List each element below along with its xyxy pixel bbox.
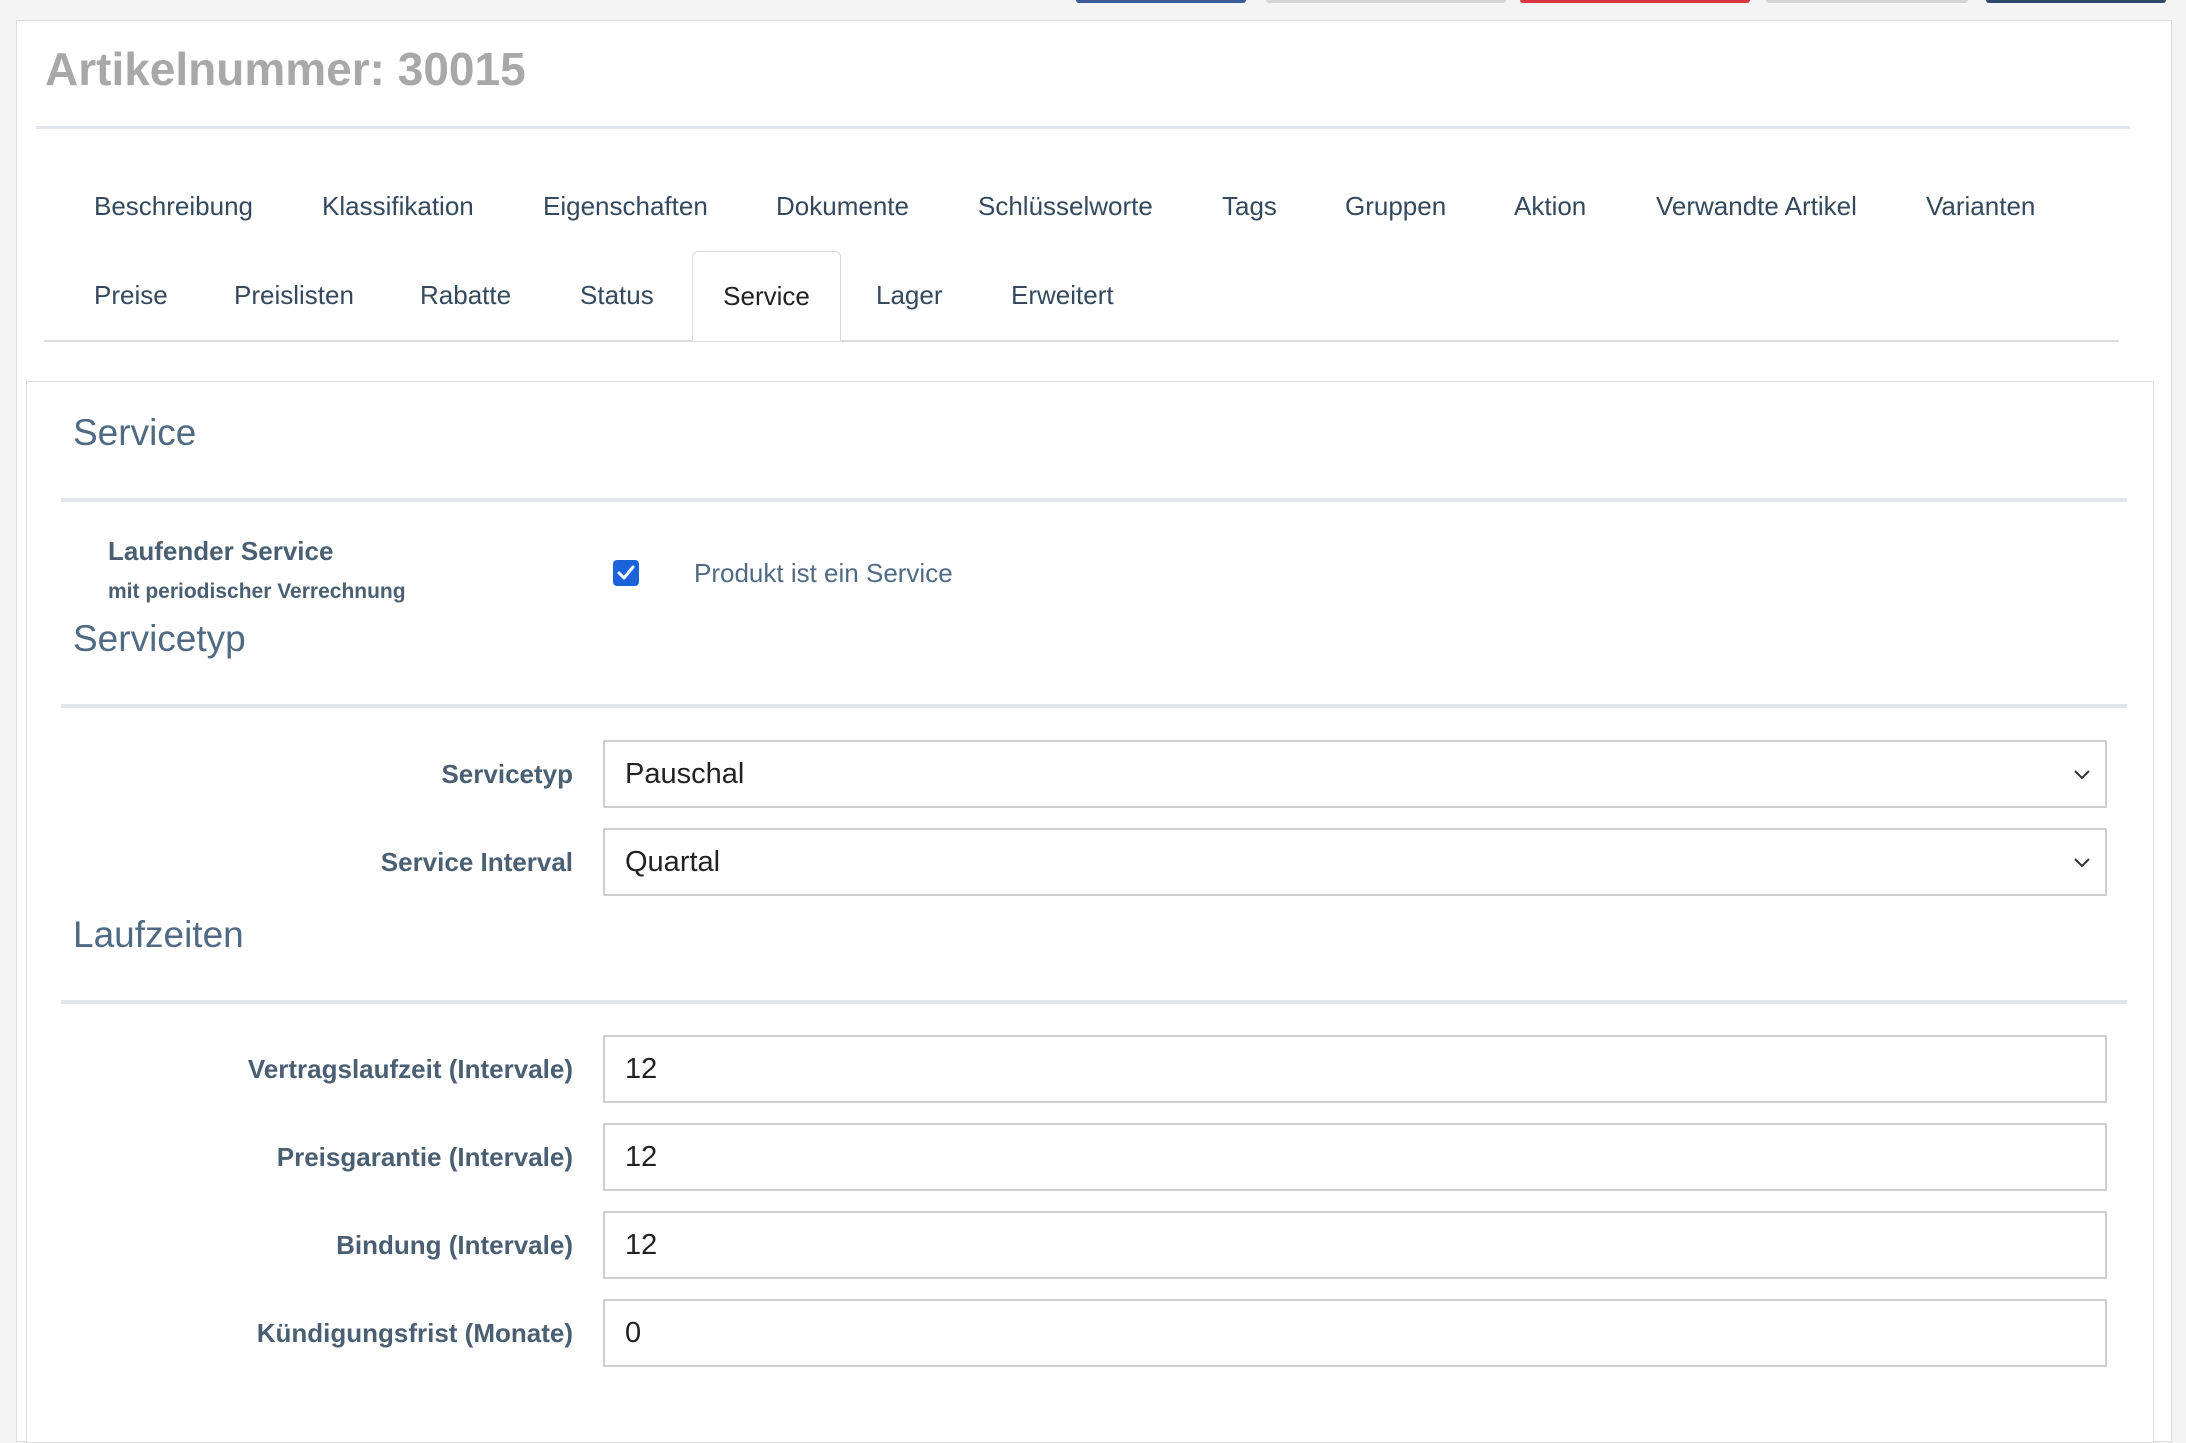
tab-lager[interactable]: Lager [846, 251, 973, 339]
servicetyp-select[interactable]: Pauschal [603, 740, 2107, 808]
tab-dokumente[interactable]: Dokumente [746, 162, 939, 250]
service-checkbox[interactable] [613, 560, 639, 586]
chevron-down-icon [2074, 858, 2090, 868]
section-title-service: Service [73, 412, 197, 453]
section-divider [61, 498, 2127, 502]
tab-klassifikation[interactable]: Klassifikation [292, 162, 504, 250]
page-title: Artikelnummer: 30015 [45, 43, 526, 95]
toolbar-button-3[interactable] [1520, 0, 1750, 3]
tab-varianten[interactable]: Varianten [1896, 162, 2065, 250]
preisgarantie-input[interactable]: 12 [603, 1123, 2107, 1191]
service-checkbox-label[interactable]: Produkt ist ein Service [694, 558, 953, 589]
toolbar-button-5[interactable] [1986, 0, 2166, 3]
tab-schluesselworte[interactable]: Schlüsselworte [948, 162, 1183, 250]
service-panel: Service Laufender Service mit periodisch… [26, 381, 2154, 1443]
tab-erweitert[interactable]: Erweitert [981, 251, 1144, 339]
vertragslaufzeit-label: Vertragslaufzeit (Intervale) [247, 1054, 573, 1084]
section-title-laufzeiten: Laufzeiten [73, 914, 244, 955]
toolbar-button-4[interactable] [1766, 0, 1968, 3]
tab-gruppen[interactable]: Gruppen [1315, 162, 1476, 250]
running-service-label: Laufender Service [108, 536, 334, 566]
tab-beschreibung[interactable]: Beschreibung [64, 162, 283, 250]
service-interval-select[interactable]: Quartal [603, 828, 2107, 896]
tab-service[interactable]: Service [692, 251, 841, 341]
section-title-servicetyp: Servicetyp [73, 618, 246, 659]
service-interval-label: Service Interval [380, 847, 573, 877]
kuendigungsfrist-label: Kündigungsfrist (Monate) [256, 1318, 573, 1348]
service-interval-value: Quartal [625, 845, 721, 878]
tab-status[interactable]: Status [550, 251, 684, 339]
servicetyp-label: Servicetyp [441, 759, 573, 789]
chevron-down-icon [2074, 770, 2090, 780]
tab-preise[interactable]: Preise [64, 251, 198, 339]
tabs-divider [44, 340, 2119, 342]
bindung-label: Bindung (Intervale) [336, 1230, 573, 1260]
servicetyp-value: Pauschal [625, 757, 745, 790]
title-divider [36, 126, 2130, 129]
section-divider [61, 704, 2127, 708]
kuendigungsfrist-value: 0 [625, 1316, 642, 1349]
vertragslaufzeit-value: 12 [625, 1052, 658, 1085]
tab-aktion[interactable]: Aktion [1484, 162, 1616, 250]
bindung-value: 12 [625, 1228, 658, 1261]
section-divider [61, 1000, 2127, 1004]
tab-verwandte-artikel[interactable]: Verwandte Artikel [1626, 162, 1887, 250]
checkmark-icon [617, 565, 635, 580]
running-service-sublabel: mit periodischer Verrechnung [108, 580, 406, 603]
toolbar-button-1[interactable] [1076, 0, 1246, 3]
tab-eigenschaften[interactable]: Eigenschaften [513, 162, 738, 250]
kuendigungsfrist-input[interactable]: 0 [603, 1299, 2107, 1367]
bindung-input[interactable]: 12 [603, 1211, 2107, 1279]
tab-preislisten[interactable]: Preislisten [204, 251, 384, 339]
vertragslaufzeit-input[interactable]: 12 [603, 1035, 2107, 1103]
toolbar-button-2[interactable] [1266, 0, 1506, 3]
preisgarantie-value: 12 [625, 1140, 658, 1173]
tab-tags[interactable]: Tags [1192, 162, 1307, 250]
tab-rabatte[interactable]: Rabatte [390, 251, 541, 339]
preisgarantie-label: Preisgarantie (Intervale) [276, 1142, 573, 1172]
